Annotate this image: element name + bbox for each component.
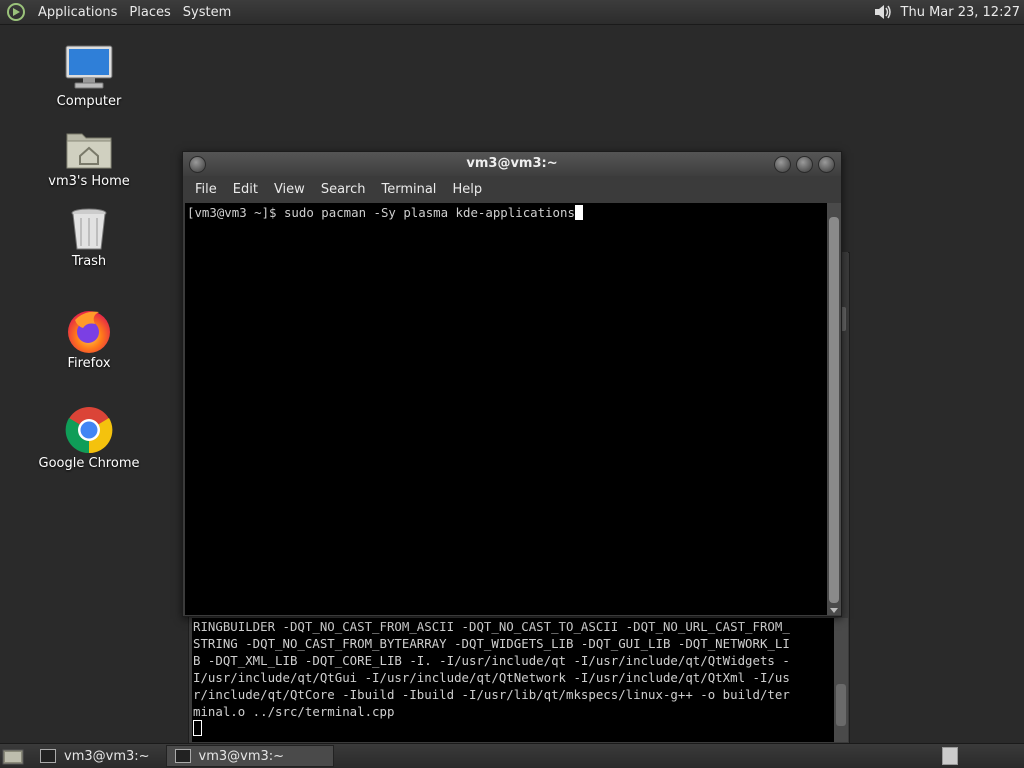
output-line: STRING -DQT_NO_CAST_FROM_BYTEARRAY -DQT_… (193, 636, 790, 651)
terminal-area[interactable]: [vm3@vm3 ~]$ sudo pacman -Sy plasma kde-… (185, 203, 827, 615)
minimize-button[interactable] (774, 156, 791, 173)
menu-help[interactable]: Help (444, 182, 490, 197)
terminal-menubar: File Edit View Search Terminal Help (183, 176, 841, 202)
desktop-icon-firefox[interactable]: Firefox (29, 306, 149, 371)
background-terminal-output[interactable]: RINGBUILDER -DQT_NO_CAST_FROM_ASCII -DQT… (192, 618, 834, 742)
main-menu-icon[interactable] (6, 2, 26, 22)
chrome-icon (65, 407, 113, 454)
output-line: I/usr/include/qt/QtGui -I/usr/include/qt… (193, 670, 790, 685)
scroll-down-icon[interactable] (830, 608, 838, 613)
prompt-command: [vm3@vm3 ~]$ sudo pacman -Sy plasma kde-… (187, 205, 575, 220)
output-line: r/include/qt/QtCore -Ibuild -Ibuild -I/u… (193, 687, 790, 702)
desktop-icon-label: Google Chrome (38, 456, 140, 471)
text-cursor (574, 205, 583, 220)
computer-icon (65, 45, 113, 89)
desktop-icon-computer[interactable]: Computer (29, 44, 149, 109)
firefox-icon (68, 311, 110, 353)
top-panel: Applications Places System Thu Mar 23, 1… (0, 0, 1024, 25)
panel-tray: Thu Mar 23, 12:27 (871, 0, 1020, 24)
terminal-icon (174, 749, 191, 763)
scrollbar-thumb[interactable] (829, 217, 839, 603)
taskbar-item-active[interactable]: vm3@vm3:~ (165, 745, 334, 767)
output-line: minal.o ../src/terminal.cpp (193, 704, 395, 719)
taskbar-item-label: vm3@vm3:~ (198, 748, 285, 764)
terminal-scrollbar[interactable] (827, 203, 841, 615)
home-folder-icon (66, 133, 112, 169)
bottom-panel: vm3@vm3:~ vm3@vm3:~ (0, 743, 1024, 768)
desktop-icon-trash[interactable]: Trash (29, 206, 149, 269)
window-menu-button[interactable] (189, 156, 206, 173)
desktop-icon-label: Firefox (67, 356, 111, 371)
scrollbar-thumb[interactable] (836, 684, 846, 726)
desktop-icon-label: Trash (71, 254, 107, 269)
desktop-icon-home[interactable]: vm3's Home (29, 126, 149, 189)
menu-file[interactable]: File (187, 182, 225, 197)
background-scrollbar[interactable] (834, 618, 848, 742)
taskbar-item[interactable]: vm3@vm3:~ (32, 746, 158, 766)
window-titlebar[interactable]: vm3@vm3:~ (183, 152, 841, 176)
show-desktop-icon[interactable] (2, 747, 24, 765)
desktop-icon-chrome[interactable]: Google Chrome (29, 406, 149, 471)
menu-search[interactable]: Search (313, 182, 374, 197)
cursor-line (192, 720, 834, 737)
taskbar-item-label: vm3@vm3:~ (64, 748, 150, 764)
text-cursor (193, 720, 202, 736)
desktop-icon-label: vm3's Home (48, 174, 130, 189)
window-title: vm3@vm3:~ (466, 156, 558, 171)
desktop-icon-label: Computer (56, 94, 122, 109)
menu-edit[interactable]: Edit (225, 182, 266, 197)
trash-icon (71, 208, 107, 250)
terminal-window[interactable]: vm3@vm3:~ File Edit View Search Terminal… (182, 151, 842, 617)
applications-menu[interactable]: Applications (32, 5, 123, 20)
workspace-switcher[interactable] (942, 747, 958, 765)
system-menu[interactable]: System (177, 5, 237, 20)
close-button[interactable] (818, 156, 835, 173)
output-line: B -DQT_XML_LIB -DQT_CORE_LIB -I. -I/usr/… (193, 653, 790, 668)
maximize-button[interactable] (796, 156, 813, 173)
terminal-icon (40, 749, 56, 763)
menu-terminal[interactable]: Terminal (373, 182, 444, 197)
command-line: [vm3@vm3 ~]$ sudo pacman -Sy plasma kde-… (185, 203, 827, 220)
output-line: RINGBUILDER -DQT_NO_CAST_FROM_ASCII -DQT… (193, 619, 790, 634)
places-menu[interactable]: Places (123, 5, 176, 20)
volume-icon[interactable] (871, 2, 893, 22)
menu-view[interactable]: View (266, 182, 313, 197)
clock[interactable]: Thu Mar 23, 12:27 (901, 5, 1020, 20)
